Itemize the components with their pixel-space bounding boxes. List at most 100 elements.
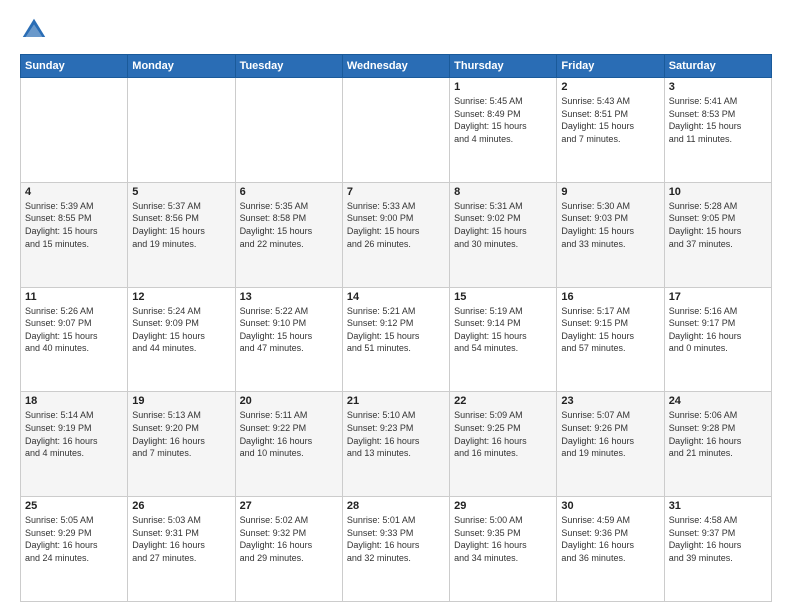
day-info: Sunrise: 5:30 AM Sunset: 9:03 PM Dayligh… [561,200,659,250]
day-info: Sunrise: 5:13 AM Sunset: 9:20 PM Dayligh… [132,409,230,459]
calendar-cell: 14 Sunrise: 5:21 AM Sunset: 9:12 PM Dayli… [342,287,449,392]
calendar-table: SundayMondayTuesdayWednesdayThursdayFrid… [20,54,772,602]
calendar-cell: 19 Sunrise: 5:13 AM Sunset: 9:20 PM Dayli… [128,392,235,497]
day-number: 2 [561,81,659,93]
day-number: 24 [669,395,767,407]
day-number: 21 [347,395,445,407]
calendar-header-thursday: Thursday [450,55,557,78]
day-number: 20 [240,395,338,407]
calendar-cell: 7 Sunrise: 5:33 AM Sunset: 9:00 PM Daylig… [342,182,449,287]
calendar-cell: 27 Sunrise: 5:02 AM Sunset: 9:32 PM Dayli… [235,497,342,602]
calendar-header-friday: Friday [557,55,664,78]
day-number: 5 [132,186,230,198]
calendar-cell: 11 Sunrise: 5:26 AM Sunset: 9:07 PM Dayli… [21,287,128,392]
day-number: 6 [240,186,338,198]
calendar-cell: 31 Sunrise: 4:58 AM Sunset: 9:37 PM Dayli… [664,497,771,602]
day-info: Sunrise: 5:24 AM Sunset: 9:09 PM Dayligh… [132,305,230,355]
day-number: 29 [454,500,552,512]
day-info: Sunrise: 5:45 AM Sunset: 8:49 PM Dayligh… [454,95,552,145]
day-info: Sunrise: 5:21 AM Sunset: 9:12 PM Dayligh… [347,305,445,355]
day-info: Sunrise: 5:37 AM Sunset: 8:56 PM Dayligh… [132,200,230,250]
calendar-week-2: 11 Sunrise: 5:26 AM Sunset: 9:07 PM Dayli… [21,287,772,392]
day-number: 31 [669,500,767,512]
day-info: Sunrise: 5:01 AM Sunset: 9:33 PM Dayligh… [347,514,445,564]
calendar-week-0: 1 Sunrise: 5:45 AM Sunset: 8:49 PM Daylig… [21,78,772,183]
day-number: 23 [561,395,659,407]
calendar-cell: 3 Sunrise: 5:41 AM Sunset: 8:53 PM Daylig… [664,78,771,183]
day-number: 27 [240,500,338,512]
calendar-cell: 4Sunrise: 5:39 AM Sunset: 8:55 PM Daylig… [21,182,128,287]
calendar-cell [21,78,128,183]
calendar-cell: 18Sunrise: 5:14 AM Sunset: 9:19 PM Dayli… [21,392,128,497]
day-info: Sunrise: 5:19 AM Sunset: 9:14 PM Dayligh… [454,305,552,355]
day-info: Sunrise: 5:03 AM Sunset: 9:31 PM Dayligh… [132,514,230,564]
calendar-cell: 12 Sunrise: 5:24 AM Sunset: 9:09 PM Dayli… [128,287,235,392]
calendar-cell: 23 Sunrise: 5:07 AM Sunset: 9:26 PM Dayli… [557,392,664,497]
calendar-cell [235,78,342,183]
calendar-header-row: SundayMondayTuesdayWednesdayThursdayFrid… [21,55,772,78]
calendar-week-1: 4Sunrise: 5:39 AM Sunset: 8:55 PM Daylig… [21,182,772,287]
day-info: Sunrise: 5:39 AM Sunset: 8:55 PM Dayligh… [25,200,123,250]
calendar-header-tuesday: Tuesday [235,55,342,78]
day-info: Sunrise: 5:33 AM Sunset: 9:00 PM Dayligh… [347,200,445,250]
calendar-cell: 20 Sunrise: 5:11 AM Sunset: 9:22 PM Dayli… [235,392,342,497]
day-number: 9 [561,186,659,198]
day-info: Sunrise: 5:26 AM Sunset: 9:07 PM Dayligh… [25,305,123,355]
calendar-cell: 16 Sunrise: 5:17 AM Sunset: 9:15 PM Dayli… [557,287,664,392]
day-number: 8 [454,186,552,198]
calendar-header-sunday: Sunday [21,55,128,78]
day-number: 15 [454,291,552,303]
logo-icon [20,16,48,44]
day-number: 22 [454,395,552,407]
calendar-cell: 2 Sunrise: 5:43 AM Sunset: 8:51 PM Daylig… [557,78,664,183]
calendar-week-3: 18Sunrise: 5:14 AM Sunset: 9:19 PM Dayli… [21,392,772,497]
day-number: 16 [561,291,659,303]
calendar-cell: 10Sunrise: 5:28 AM Sunset: 9:05 PM Dayli… [664,182,771,287]
calendar-cell: 22Sunrise: 5:09 AM Sunset: 9:25 PM Dayli… [450,392,557,497]
day-info: Sunrise: 5:05 AM Sunset: 9:29 PM Dayligh… [25,514,123,564]
calendar-cell: 9 Sunrise: 5:30 AM Sunset: 9:03 PM Daylig… [557,182,664,287]
day-number: 10 [669,186,767,198]
day-info: Sunrise: 5:31 AM Sunset: 9:02 PM Dayligh… [454,200,552,250]
day-info: Sunrise: 5:10 AM Sunset: 9:23 PM Dayligh… [347,409,445,459]
day-number: 14 [347,291,445,303]
day-info: Sunrise: 4:59 AM Sunset: 9:36 PM Dayligh… [561,514,659,564]
calendar-cell: 8 Sunrise: 5:31 AM Sunset: 9:02 PM Daylig… [450,182,557,287]
day-info: Sunrise: 4:58 AM Sunset: 9:37 PM Dayligh… [669,514,767,564]
calendar-cell: 21 Sunrise: 5:10 AM Sunset: 9:23 PM Dayli… [342,392,449,497]
calendar-cell: 29 Sunrise: 5:00 AM Sunset: 9:35 PM Dayli… [450,497,557,602]
day-number: 26 [132,500,230,512]
calendar-body: 1 Sunrise: 5:45 AM Sunset: 8:49 PM Daylig… [21,78,772,602]
day-number: 25 [25,500,123,512]
header [20,16,772,44]
day-info: Sunrise: 5:07 AM Sunset: 9:26 PM Dayligh… [561,409,659,459]
day-number: 7 [347,186,445,198]
day-number: 28 [347,500,445,512]
day-number: 13 [240,291,338,303]
day-number: 12 [132,291,230,303]
day-number: 1 [454,81,552,93]
day-info: Sunrise: 5:16 AM Sunset: 9:17 PM Dayligh… [669,305,767,355]
calendar-header-wednesday: Wednesday [342,55,449,78]
calendar-cell: 25 Sunrise: 5:05 AM Sunset: 9:29 PM Dayli… [21,497,128,602]
day-number: 17 [669,291,767,303]
calendar-cell: 5 Sunrise: 5:37 AM Sunset: 8:56 PM Daylig… [128,182,235,287]
day-info: Sunrise: 5:11 AM Sunset: 9:22 PM Dayligh… [240,409,338,459]
calendar-cell: 28 Sunrise: 5:01 AM Sunset: 9:33 PM Dayli… [342,497,449,602]
calendar-cell: 1 Sunrise: 5:45 AM Sunset: 8:49 PM Daylig… [450,78,557,183]
calendar-header-monday: Monday [128,55,235,78]
calendar-week-4: 25 Sunrise: 5:05 AM Sunset: 9:29 PM Dayli… [21,497,772,602]
logo [20,16,52,44]
day-info: Sunrise: 5:17 AM Sunset: 9:15 PM Dayligh… [561,305,659,355]
day-info: Sunrise: 5:00 AM Sunset: 9:35 PM Dayligh… [454,514,552,564]
day-number: 11 [25,291,123,303]
day-number: 3 [669,81,767,93]
calendar-cell: 15 Sunrise: 5:19 AM Sunset: 9:14 PM Dayli… [450,287,557,392]
day-number: 19 [132,395,230,407]
day-info: Sunrise: 5:43 AM Sunset: 8:51 PM Dayligh… [561,95,659,145]
day-info: Sunrise: 5:02 AM Sunset: 9:32 PM Dayligh… [240,514,338,564]
calendar-cell: 24Sunrise: 5:06 AM Sunset: 9:28 PM Dayli… [664,392,771,497]
calendar-cell: 30Sunrise: 4:59 AM Sunset: 9:36 PM Dayli… [557,497,664,602]
day-info: Sunrise: 5:41 AM Sunset: 8:53 PM Dayligh… [669,95,767,145]
day-info: Sunrise: 5:22 AM Sunset: 9:10 PM Dayligh… [240,305,338,355]
